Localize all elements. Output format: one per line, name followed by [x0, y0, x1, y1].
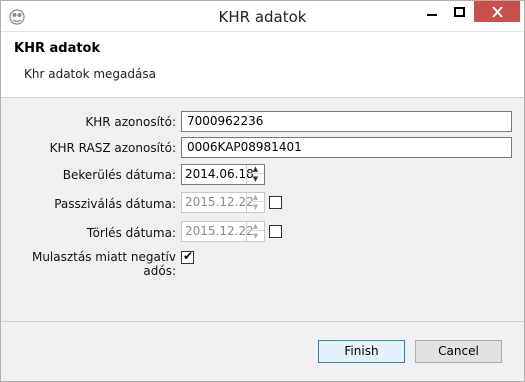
spin-up-icon[interactable]: ▲ [247, 165, 264, 174]
finish-button[interactable]: Finish [318, 340, 405, 363]
cancel-button[interactable]: Cancel [415, 340, 502, 363]
khr-id-label: KHR azonosító: [85, 115, 176, 129]
mulasztas-checkbox[interactable]: ✔ [181, 249, 194, 264]
torles-date-picker[interactable]: 2015.12.22. ▲ ▼ [181, 221, 265, 242]
spin-up-icon[interactable]: ▲ [247, 222, 264, 231]
khr-id-input[interactable]: 7000962236 [181, 111, 512, 132]
passzivalas-checkbox[interactable] [269, 196, 282, 209]
mulasztas-label: Mulasztás miatt negatív adós: [31, 250, 176, 278]
minimize-button[interactable] [419, 1, 445, 22]
spin-down-icon[interactable]: ▼ [247, 174, 264, 183]
maximize-icon [453, 6, 465, 17]
passzivalas-label: Passziválás dátuma: [54, 197, 176, 211]
close-button[interactable] [474, 1, 520, 22]
khr-rasz-id-label: KHR RASZ azonosító: [49, 141, 176, 155]
dialog-footer: Finish Cancel [1, 321, 524, 381]
header-subtitle: Khr adatok megadása [24, 67, 156, 81]
bekerules-spinner[interactable]: ▲ ▼ [246, 165, 264, 184]
bekerules-label: Bekerülés dátuma: [62, 168, 176, 182]
torles-checkbox[interactable] [269, 225, 282, 238]
close-icon [491, 6, 503, 17]
checkmark-icon: ✔ [183, 249, 194, 263]
passzivalas-spinner[interactable]: ▲ ▼ [246, 193, 264, 212]
khr-rasz-id-input[interactable]: 0006KAP08981401 [181, 137, 512, 158]
finish-button-label: Finish [344, 344, 379, 358]
torles-spinner[interactable]: ▲ ▼ [246, 222, 264, 241]
cancel-button-label: Cancel [438, 344, 479, 358]
spin-down-icon[interactable]: ▼ [247, 231, 264, 240]
bekerules-date-picker[interactable]: 2014.06.18. ▲ ▼ [181, 164, 265, 185]
spin-up-icon[interactable]: ▲ [247, 193, 264, 202]
dialog-header: KHR adatok Khr adatok megadása [1, 32, 524, 98]
maximize-button[interactable] [446, 1, 472, 22]
header-title: KHR adatok [14, 41, 101, 56]
dialog-window: KHR adatok KHR adatok Khr adatok megadás… [0, 0, 525, 382]
form-area: KHR azonosító: 7000962236 KHR RASZ azono… [1, 98, 524, 321]
minimize-icon [427, 13, 437, 16]
passzivalas-date-picker[interactable]: 2015.12.22. ▲ ▼ [181, 192, 265, 213]
torles-label: Törlés dátuma: [86, 226, 176, 240]
title-bar[interactable]: KHR adatok [1, 1, 524, 32]
spin-down-icon[interactable]: ▼ [247, 202, 264, 211]
